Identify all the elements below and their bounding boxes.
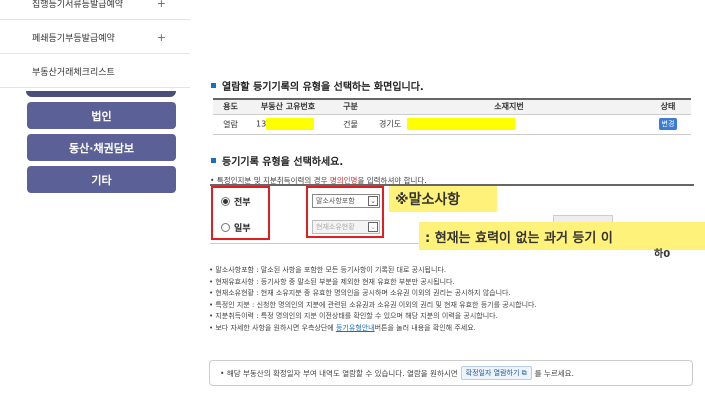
dropdown-value: 현재소유현황 xyxy=(316,223,355,231)
dropdown-value: 말소사항포함 xyxy=(316,197,355,205)
unique-number-prefix: 13 xyxy=(256,119,267,129)
cell-status: 변경 xyxy=(645,114,691,135)
cell-unique-number: 13 xyxy=(248,114,328,135)
radio-partial[interactable]: 일부 xyxy=(221,221,251,234)
section-title-record-type: 열람할 등기기록의 유형을 선택하는 화면입니다. xyxy=(211,78,424,93)
external-link-icon: ⧉ xyxy=(521,368,527,377)
sidebar: 집행등기서류등발급예약 + 폐쇄등기부등발급예약 + 부동산거래체크리스트 법인… xyxy=(0,0,190,405)
sidebar-item-execution-docs[interactable]: 집행등기서류등발급예약 + xyxy=(0,0,190,20)
dropdown-group: 말소사항포함 ⌄ 현재소유현황 ⌄ xyxy=(306,186,384,238)
list-item: 특정인 지분 : 신청한 명의인의 지분에 관련된 소유권과 소유권 이외의 권… xyxy=(209,300,536,312)
notice-text: 를 누르세요. xyxy=(534,368,574,378)
button-label: 확정일자 열람하기 xyxy=(465,369,520,377)
notice-text: 해당 부동산의 확정일자 부여 내역도 열람할 수 있습니다. 열람을 원하시면 xyxy=(226,368,458,378)
plus-icon: + xyxy=(156,0,166,10)
record-type-descriptions: 말소사항포함 : 말소된 사항을 포함한 모든 등기사항이 기록된 대로 공시됩… xyxy=(209,265,537,335)
status-change-button[interactable]: 변경 xyxy=(658,118,678,130)
table-header: 상태 xyxy=(645,98,691,115)
radio-group-scope: 전부 일부 xyxy=(211,186,270,240)
section-title-text: 열람할 등기기록의 유형을 선택하는 화면입니다. xyxy=(222,82,424,93)
table-header: 소재지번 xyxy=(373,98,645,115)
table-header: 구분 xyxy=(328,98,373,115)
sidebar-item-checklist[interactable]: 부동산거래체크리스트 xyxy=(0,56,190,88)
sidebar-item-label: 부동산거래체크리스트 xyxy=(32,68,115,78)
address-prefix: 경기도 xyxy=(379,119,402,129)
radio-unchecked-icon[interactable] xyxy=(221,223,230,232)
list-item: 현재유효사항 : 등기사항 중 말소된 부분을 제외한 현재 유효한 부분만 공… xyxy=(209,277,537,289)
table-header-row: 용도 부동산 고유번호 구분 소재지번 상태 xyxy=(213,98,691,115)
list-text: 버튼을 눌러 내용을 확인해 주세요. xyxy=(374,323,476,332)
confirmation-date-notice: • 해당 부동산의 확정일자 부여 내역도 열람할 수 있습니다. 열람을 원하… xyxy=(209,360,693,386)
sidebar-button-other[interactable]: 기타 xyxy=(27,166,176,193)
list-text: 보다 자세한 사항을 원하시면 우측상단에 xyxy=(215,323,336,332)
bullet-icon xyxy=(211,83,216,88)
view-confirmation-date-button[interactable]: 확정일자 열람하기 ⧉ xyxy=(460,366,532,380)
sidebar-button-corporation[interactable]: 법인 xyxy=(27,102,176,129)
table-row: 열람 13 건물 경기도 변경 xyxy=(213,114,691,135)
radio-checked-icon[interactable] xyxy=(221,197,230,206)
redaction-highlight xyxy=(406,118,515,130)
radio-label: 전부 xyxy=(234,198,251,208)
dropdown-all-options[interactable]: 말소사항포함 ⌄ xyxy=(312,194,380,208)
cell-type: 건물 xyxy=(328,114,373,135)
radio-all[interactable]: 전부 xyxy=(221,195,251,208)
sidebar-button-movable-collateral[interactable]: 동산·채권담보 xyxy=(27,134,176,161)
chevron-down-icon: ⌄ xyxy=(368,222,378,232)
section-title-text: 등기기록 유형을 선택하세요. xyxy=(222,157,344,168)
table-header: 부동산 고유번호 xyxy=(248,98,328,115)
cell-usage: 열람 xyxy=(213,114,248,135)
sidebar-item-label: 폐쇄등기부등발급예약 xyxy=(32,34,115,44)
bullet-icon xyxy=(211,158,216,163)
list-item: 보다 자세한 사항을 원하시면 우측상단에 등기유형안내버튼을 눌러 내용을 확… xyxy=(209,323,537,335)
section-title-select-type: 등기기록 유형을 선택하세요. xyxy=(211,153,343,168)
plus-icon: + xyxy=(156,31,166,44)
sidebar-item-closed-registry[interactable]: 폐쇄등기부등발급예약 + xyxy=(0,22,190,54)
cell-address: 경기도 xyxy=(373,114,645,135)
registry-type-guide-link[interactable]: 등기유형안내 xyxy=(336,324,375,332)
list-item: 현재소유현황 : 현재 소유지분 중 유효한 명의인을 공시하며 소유권 이외의… xyxy=(209,288,537,300)
annotation-label: ※말소사항 xyxy=(389,186,497,212)
dropdown-partial-options[interactable]: 현재소유현황 ⌄ xyxy=(312,220,380,234)
property-info-table: 용도 부동산 고유번호 구분 소재지번 상태 열람 13 건물 경기도 변경 xyxy=(213,98,691,135)
list-item: 지분취득이력 : 특정 명의인의 지분 이전상태를 확인할 수 있으며 해당 지… xyxy=(209,311,537,323)
redaction-highlight xyxy=(266,118,315,130)
cutoff-text: 하0 xyxy=(654,249,671,260)
table-header: 용도 xyxy=(213,98,248,115)
chevron-down-icon: ⌄ xyxy=(368,196,378,206)
sidebar-divider xyxy=(26,91,176,97)
list-item: 말소사항포함 : 말소된 사항을 포함한 모든 등기사항이 기록된 대로 공시됩… xyxy=(209,265,537,277)
radio-label: 일부 xyxy=(234,224,251,234)
sidebar-item-label: 집행등기서류등발급예약 xyxy=(32,0,124,10)
